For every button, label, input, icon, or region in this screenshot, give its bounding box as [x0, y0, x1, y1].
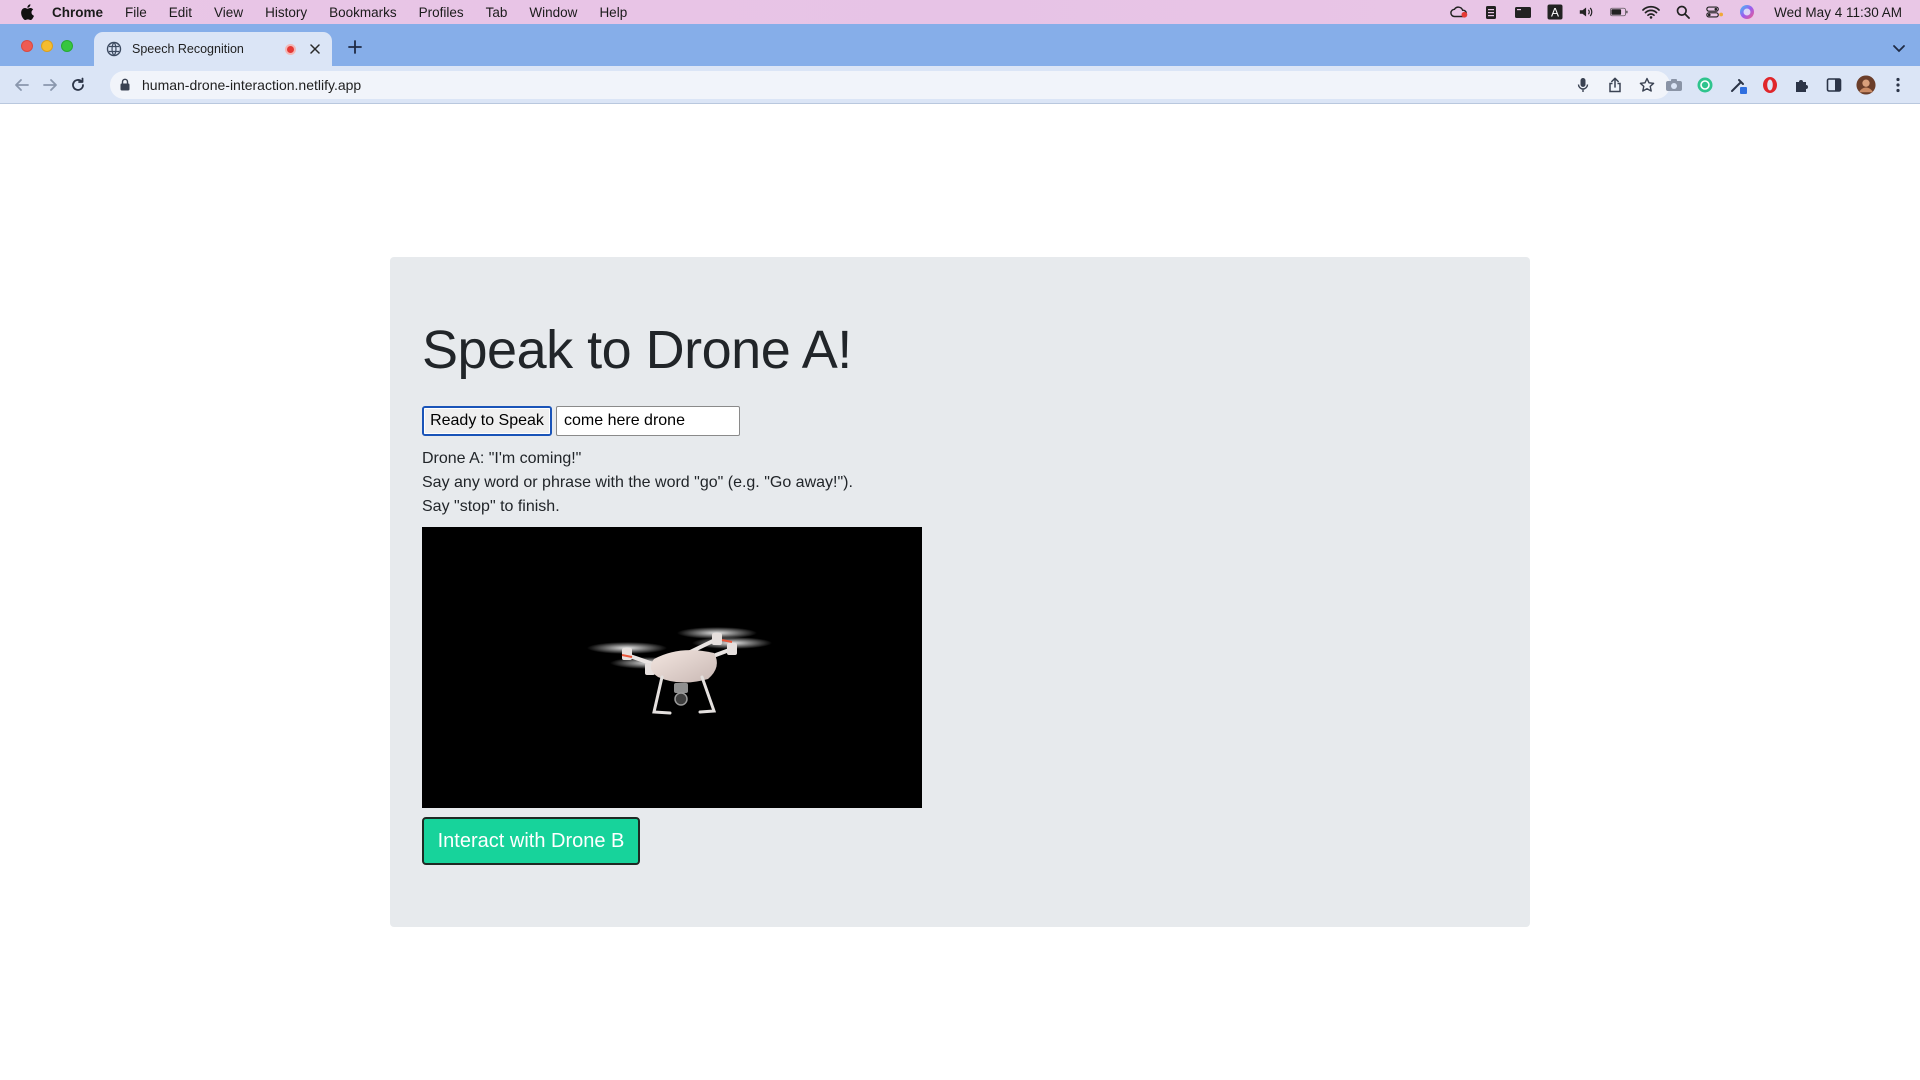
menu-window[interactable]: Window [529, 5, 577, 20]
menu-edit[interactable]: Edit [169, 5, 192, 20]
battery-icon[interactable] [1610, 5, 1628, 19]
microphone-icon[interactable] [1574, 76, 1592, 94]
menu-profiles[interactable]: Profiles [419, 5, 464, 20]
apple-logo-icon[interactable] [18, 3, 36, 21]
back-arrow-icon[interactable] [10, 73, 34, 97]
menu-view[interactable]: View [214, 5, 243, 20]
menu-tab[interactable]: Tab [486, 5, 508, 20]
clipboard-icon[interactable] [1482, 5, 1500, 19]
jumbotron-panel: Speak to Drone A! Ready to Speak Drone A… [390, 257, 1530, 927]
menu-file[interactable]: File [125, 5, 147, 20]
address-bar[interactable]: human-drone-interaction.netlify.app [110, 71, 1670, 99]
siri-icon[interactable] [1738, 5, 1756, 19]
share-icon[interactable] [1606, 76, 1624, 94]
bookmark-star-icon[interactable] [1638, 76, 1656, 94]
menu-help[interactable]: Help [599, 5, 627, 20]
url-text[interactable]: human-drone-interaction.netlify.app [142, 77, 1574, 93]
forward-arrow-icon[interactable] [38, 73, 62, 97]
eyedropper-extension-icon[interactable] [1728, 75, 1748, 95]
macos-menu-bar: Chrome File Edit View History Bookmarks … [0, 0, 1920, 24]
window-zoom-button[interactable] [61, 40, 73, 52]
browser-toolbar: human-drone-interaction.netlify.app [0, 66, 1920, 104]
ready-to-speak-button[interactable]: Ready to Speak [422, 406, 552, 436]
menu-app-chrome[interactable]: Chrome [52, 5, 103, 20]
camera-extension-icon[interactable] [1664, 75, 1684, 95]
spotlight-search-icon[interactable] [1674, 5, 1692, 19]
reload-icon[interactable] [66, 73, 90, 97]
menu-bar-tray: A Wed May 4 11:30 AM [1450, 0, 1902, 24]
instruction-stop-text: Say "stop" to finish. [422, 498, 560, 515]
chrome-menu-kebab-icon[interactable] [1888, 75, 1908, 95]
drone-video[interactable] [422, 527, 922, 808]
menu-bookmarks[interactable]: Bookmarks [329, 5, 397, 20]
menu-history[interactable]: History [265, 5, 307, 20]
wifi-icon[interactable] [1642, 5, 1661, 19]
menu-bar-clock[interactable]: Wed May 4 11:30 AM [1774, 5, 1902, 20]
puzzle-extensions-icon[interactable] [1792, 75, 1812, 95]
creative-cloud-icon[interactable] [1450, 5, 1468, 19]
volume-icon[interactable] [1578, 5, 1596, 19]
lock-icon[interactable] [120, 78, 132, 92]
recording-indicator-icon [285, 43, 296, 55]
drone-instructions: Drone A: "I'm coming!" Say any word or p… [422, 447, 853, 519]
window-minimize-button[interactable] [41, 40, 53, 52]
tab-close-icon[interactable] [308, 42, 322, 56]
drone-image [587, 627, 772, 715]
grammarly-extension-icon[interactable] [1695, 75, 1715, 95]
instruction-go-text: Say any word or phrase with the word "go… [422, 474, 853, 491]
svg-text:A: A [1551, 6, 1559, 20]
drone-response-text: Drone A: "I'm coming!" [422, 450, 582, 467]
window-close-button[interactable] [21, 40, 33, 52]
keyboard-input-icon[interactable]: A [1546, 4, 1564, 20]
browser-tab-strip: Speech Recognition [0, 24, 1920, 66]
control-center-icon[interactable] [1706, 5, 1724, 19]
page-title: Speak to Drone A! [422, 320, 852, 380]
globe-icon [106, 41, 122, 57]
tab-speech-recognition[interactable]: Speech Recognition [94, 32, 332, 66]
speech-transcript-input[interactable] [556, 406, 740, 436]
interact-with-drone-b-button[interactable]: Interact with Drone B [422, 817, 640, 865]
web-page: Speak to Drone A! Ready to Speak Drone A… [0, 105, 1920, 1080]
tab-search-chevron-down-icon[interactable] [1892, 40, 1906, 53]
opera-extension-icon[interactable] [1760, 75, 1780, 95]
new-tab-icon[interactable] [345, 38, 365, 58]
window-manager-icon[interactable] [1514, 5, 1532, 19]
tab-title: Speech Recognition [132, 42, 244, 56]
profile-avatar[interactable] [1856, 75, 1876, 95]
side-panel-icon[interactable] [1824, 75, 1844, 95]
